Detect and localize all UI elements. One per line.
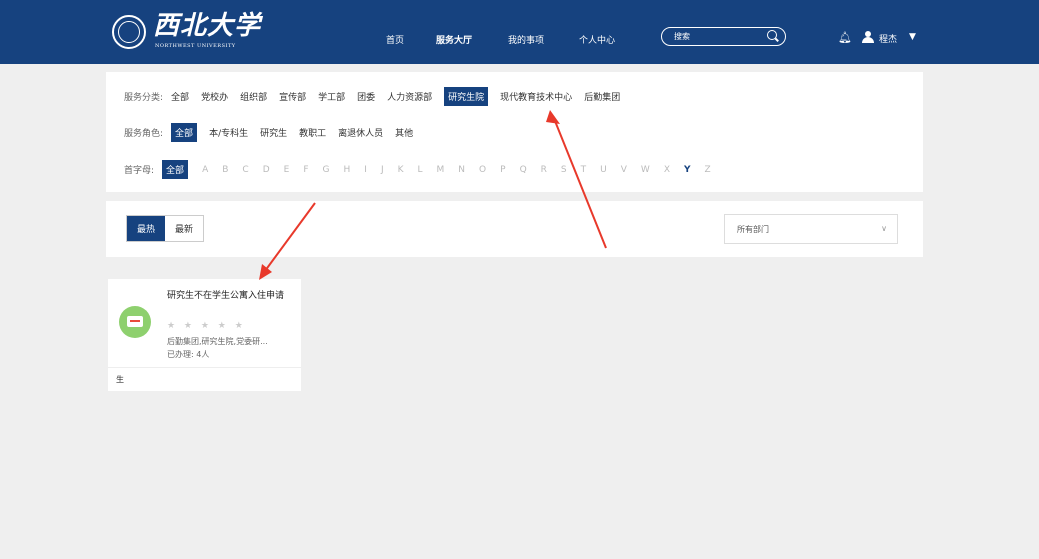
search-icon[interactable]: [767, 30, 777, 40]
letter-p[interactable]: P: [500, 165, 505, 175]
card-divider: [108, 367, 301, 368]
role-filter-row: 服务角色: 全部 本/专科生 研究生 教职工 离退休人员 其他: [124, 122, 425, 142]
letter-c[interactable]: C: [242, 165, 248, 175]
letter-o[interactable]: O: [479, 165, 486, 175]
sort-hot-button[interactable]: 最热: [127, 216, 166, 241]
role-staff[interactable]: 教职工: [299, 126, 326, 139]
category-label: 服务分类:: [124, 92, 164, 103]
caret-down-icon[interactable]: ▼: [909, 32, 916, 42]
letter-e[interactable]: E: [284, 165, 290, 175]
filter-panel: 服务分类: 全部 党校办 组织部 宣传部 学工部 团委 人力资源部 研究生院 现…: [106, 72, 923, 192]
logo-text[interactable]: 西北大学: [153, 12, 261, 40]
category-publicity[interactable]: 宣传部: [279, 90, 306, 103]
top-navbar: 西北大学 NORTHWEST UNIVERSITY 首页 服务大厅 我的事项 个…: [0, 0, 1039, 64]
role-undergrad[interactable]: 本/专科生: [209, 126, 248, 139]
letter-i[interactable]: I: [364, 165, 367, 175]
role-label: 服务角色:: [124, 128, 164, 139]
chevron-down-icon: ∨: [881, 224, 887, 233]
category-filter-row: 服务分类: 全部 党校办 组织部 宣传部 学工部 团委 人力资源部 研究生院 现…: [124, 86, 632, 106]
logo-subtitle: NORTHWEST UNIVERSITY: [155, 43, 236, 49]
letter-f[interactable]: F: [303, 165, 308, 175]
letter-filter-row: 首字母: 全部 A B C D E F G H I J K L M N O P Q R S T U V W X Y Z: [124, 159, 725, 179]
letter-list: A B C D E F G H I J K L M N O P Q R S T U V W X Y Z: [202, 164, 725, 175]
service-departments: 后勤集团,研究生院,党委研...: [167, 337, 268, 346]
letter-y[interactable]: Y: [684, 165, 691, 175]
letter-t[interactable]: T: [581, 165, 587, 175]
sort-button-group: 最热 最新: [126, 215, 205, 242]
letter-z[interactable]: Z: [705, 165, 711, 175]
category-logistics[interactable]: 后勤集团: [584, 90, 620, 103]
bell-icon[interactable]: 🔔︎: [838, 31, 852, 44]
rating-stars: ★ ★ ★ ★ ★: [167, 321, 246, 331]
department-select[interactable]: 所有部门 ∨: [724, 214, 898, 244]
letter-u[interactable]: U: [600, 165, 607, 175]
search-input[interactable]: 搜索: [661, 27, 786, 46]
letter-a[interactable]: A: [202, 165, 208, 175]
category-hr[interactable]: 人力资源部: [387, 90, 432, 103]
letter-k[interactable]: K: [398, 165, 404, 175]
card-role-tag: 生: [116, 375, 124, 384]
letter-m[interactable]: M: [437, 165, 445, 175]
service-title[interactable]: 研究生不在学生公寓入住申请: [167, 290, 287, 303]
category-organization[interactable]: 组织部: [240, 90, 267, 103]
user-name[interactable]: 程杰: [879, 32, 897, 45]
letter-s[interactable]: S: [561, 165, 567, 175]
letter-d[interactable]: D: [263, 165, 270, 175]
service-card[interactable]: 研究生不在学生公寓入住申请 ★ ★ ★ ★ ★ 后勤集团,研究生院,党委研...…: [108, 279, 301, 391]
role-graduate[interactable]: 研究生: [260, 126, 287, 139]
letter-r[interactable]: R: [541, 165, 547, 175]
letter-v[interactable]: V: [621, 165, 627, 175]
nav-home[interactable]: 首页: [386, 33, 404, 46]
application-form-icon: [119, 306, 151, 338]
role-all[interactable]: 全部: [171, 122, 198, 142]
category-graduate-school[interactable]: 研究生院: [444, 86, 489, 106]
category-party-office[interactable]: 党校办: [201, 90, 228, 103]
university-seal-icon: [112, 15, 146, 49]
service-handled-count: 已办理: 4人: [167, 350, 210, 359]
letter-l[interactable]: L: [418, 165, 423, 175]
letter-j[interactable]: J: [381, 165, 384, 175]
nav-service-hall[interactable]: 服务大厅: [436, 33, 472, 46]
role-retired[interactable]: 离退休人员: [338, 126, 383, 139]
category-all[interactable]: 全部: [171, 90, 189, 103]
department-select-value: 所有部门: [737, 225, 769, 234]
letter-q[interactable]: Q: [520, 165, 527, 175]
role-other[interactable]: 其他: [395, 126, 413, 139]
letter-all[interactable]: 全部: [162, 159, 189, 179]
letter-label: 首字母:: [124, 165, 155, 176]
letter-b[interactable]: B: [222, 165, 228, 175]
sort-new-button[interactable]: 最新: [165, 216, 204, 241]
letter-h[interactable]: H: [344, 165, 351, 175]
sort-bar: 最热 最新 所有部门 ∨: [106, 201, 923, 257]
category-youth-league[interactable]: 团委: [357, 90, 375, 103]
letter-w[interactable]: W: [641, 165, 650, 175]
search-placeholder: 搜索: [674, 32, 690, 41]
letter-x[interactable]: X: [664, 165, 670, 175]
nav-personal-center[interactable]: 个人中心: [579, 33, 615, 46]
user-icon[interactable]: [862, 31, 874, 43]
letter-n[interactable]: N: [458, 165, 465, 175]
nav-my-items[interactable]: 我的事项: [508, 33, 544, 46]
letter-g[interactable]: G: [323, 165, 330, 175]
category-student-affairs[interactable]: 学工部: [318, 90, 345, 103]
category-edu-tech-center[interactable]: 现代教育技术中心: [500, 90, 572, 103]
